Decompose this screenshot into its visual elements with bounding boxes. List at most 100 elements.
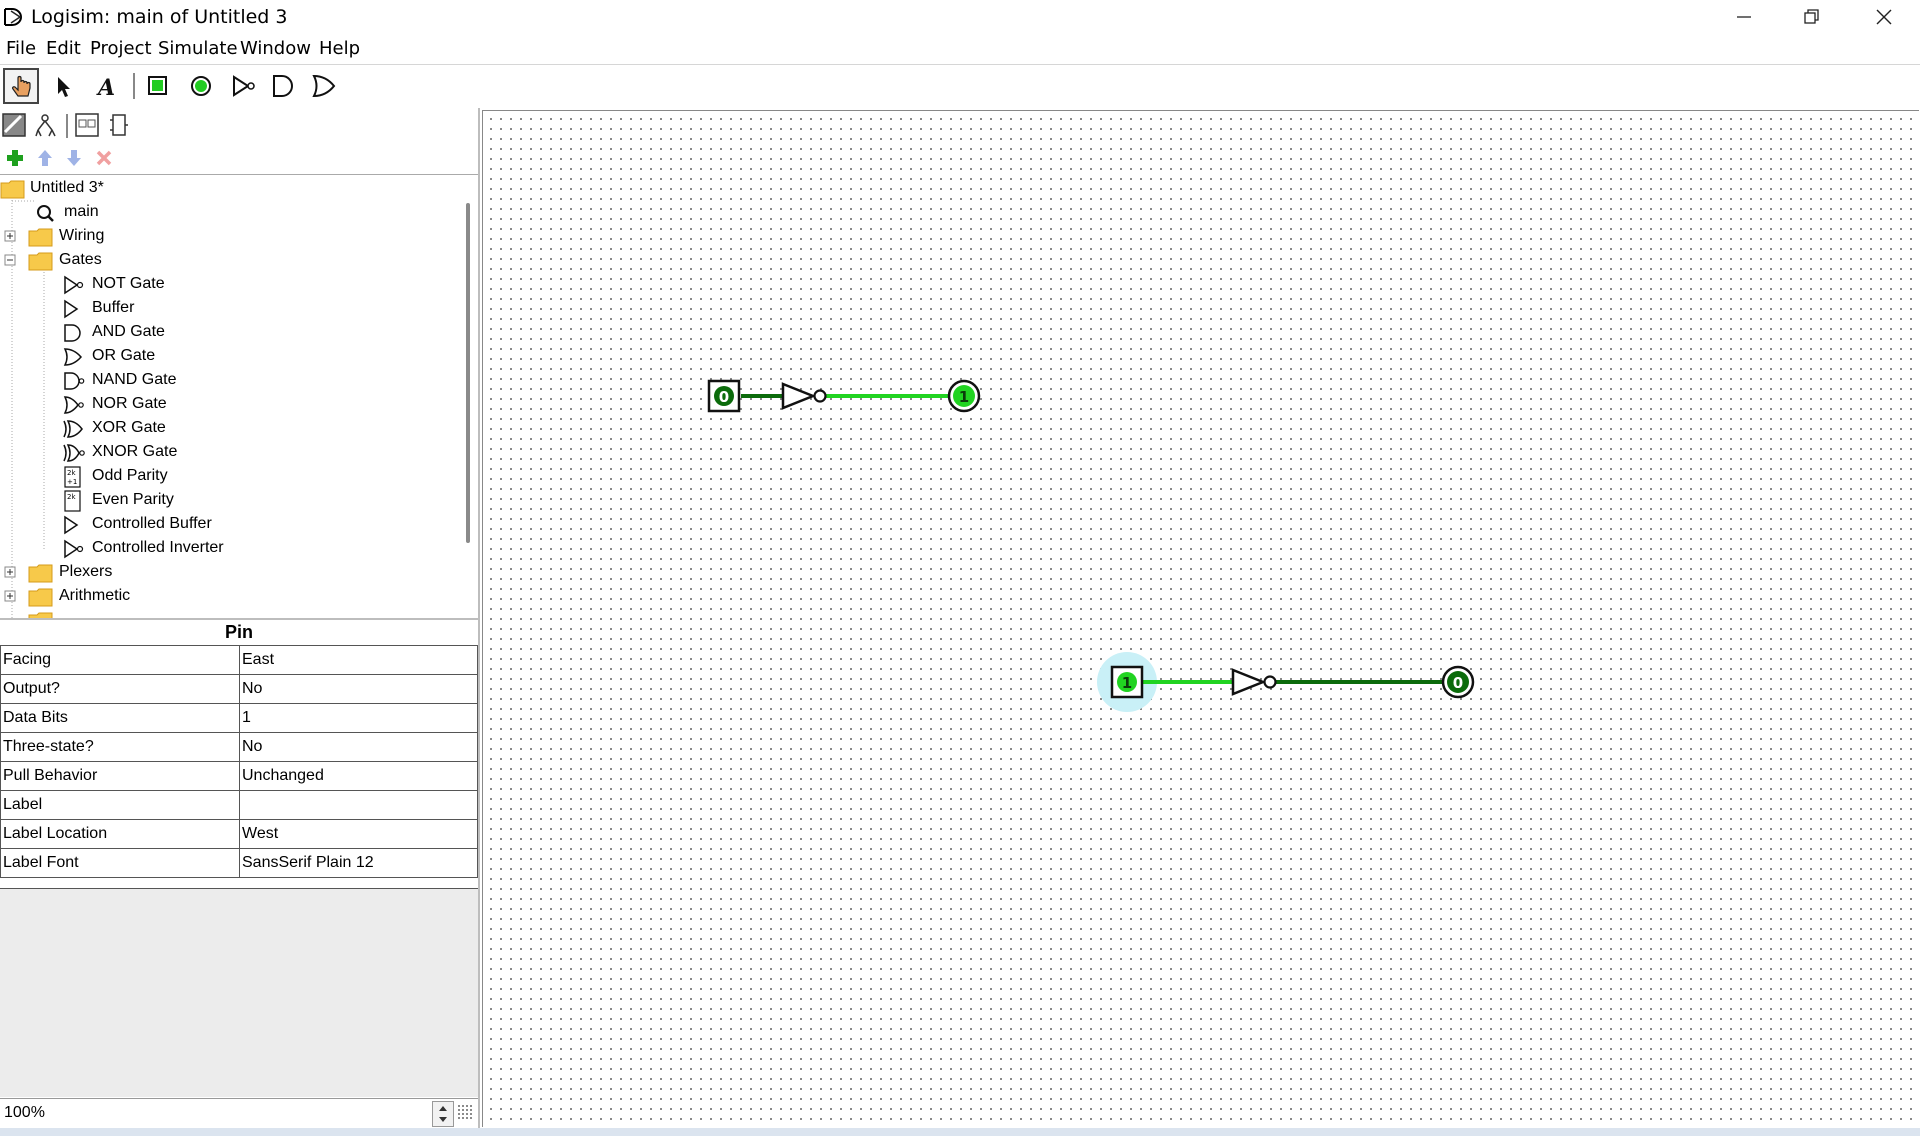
attribute-row: Data Bits 1 [0,703,478,733]
restore-icon [1804,9,1819,24]
close-button[interactable] [1850,0,1918,34]
input-pin-2[interactable]: 1 [1110,665,1144,699]
collapse-icon[interactable] [4,254,16,266]
add-circuit-icon[interactable] [5,148,25,168]
logisim-app-icon [4,8,22,26]
output-pin-2[interactable]: 0 [1441,665,1475,699]
expand-icon[interactable] [4,566,16,578]
not-gate-2[interactable] [1231,668,1277,696]
minimize-button[interactable] [1710,0,1778,34]
menu-file[interactable]: File [6,38,36,59]
menu-window[interactable]: Window [240,38,311,59]
output-pin-tool-button[interactable] [184,70,218,102]
toolbar-separator [66,114,68,138]
attribute-table-title: Pin [224,622,253,642]
not-gate-icon [64,275,84,295]
circuit-1: 0 1 [707,379,981,413]
circuit-icon [37,205,54,222]
attribute-value[interactable]: 1 [239,703,478,733]
tree-item-label: Controlled Buffer [92,515,212,532]
svg-text:2k: 2k [67,493,76,501]
tree-item-label: main [64,203,99,220]
folder-icon [28,564,53,583]
attribute-table: Facing East Output? No Data Bits 1 Three-st… [0,645,478,878]
show-toolbox-button[interactable] [0,110,34,142]
attribute-value[interactable]: No [239,674,478,704]
attribute-value[interactable]: No [239,732,478,762]
zoom-value[interactable]: 100% [4,1104,45,1122]
close-icon [1876,9,1892,25]
attribute-key: Facing [0,645,240,675]
text-tool-button[interactable]: A [90,70,124,102]
show-toolbox-icon [2,113,26,137]
explorer-scrollbar[interactable] [461,176,477,616]
toolbar-separator [133,73,135,99]
zoom-control: 100% [0,1098,478,1127]
scrollbar-thumb[interactable] [466,203,470,543]
expand-icon[interactable] [4,230,16,242]
tree-item-label: NOT Gate [92,275,165,292]
svg-text:+1: +1 [67,478,77,486]
odd-parity-icon: 2k +1 [64,466,81,488]
attribute-key: Label Location [0,819,240,849]
controlled-buffer-icon [64,515,79,535]
or-gate-tool-button[interactable] [306,70,340,102]
tree-item-label: NAND Gate [92,371,177,388]
tree-item-label: AND Gate [92,323,165,340]
input-pin-2-value: 1 [1122,674,1132,692]
folder-icon [28,228,53,247]
input-pin-tool-button[interactable] [142,70,176,102]
menu-help[interactable]: Help [319,38,360,59]
tree-item-label: Wiring [59,227,105,244]
attribute-row: Label [0,790,478,820]
select-tool-button[interactable] [48,70,82,102]
select-tool-icon [58,77,70,97]
attribute-value[interactable]: SansSerif Plain 12 [239,848,478,878]
edit-appearance-button[interactable] [104,110,138,142]
attribute-value[interactable]: West [239,819,478,849]
menu-project[interactable]: Project [90,38,152,59]
zoom-spinner[interactable] [432,1101,454,1127]
menu-simulate[interactable]: Simulate [158,38,238,59]
circuit-drawing: 0 1 1 0 [707,379,1475,712]
main-toolbar: A [0,68,480,104]
tree-item-label: Plexers [59,563,113,580]
edit-appearance-icon [110,114,128,136]
show-simulation-button[interactable] [30,110,64,142]
tree-item-label: Even Parity [92,491,174,508]
grid-toggle-icon[interactable] [456,1101,476,1125]
circuit-canvas[interactable]: 0 1 1 0 [482,110,1919,1127]
and-gate-tool-button[interactable] [266,70,300,102]
attribute-value[interactable]: East [239,645,478,675]
delete-circuit-icon[interactable] [94,148,114,168]
move-down-icon[interactable] [64,148,84,168]
circuit-toolbar [0,146,480,170]
attribute-value[interactable]: Unchanged [239,761,478,791]
move-up-icon[interactable] [35,148,55,168]
explorer-panel: Untitled 3* main Wiring Gates NOT Gate B… [0,174,478,619]
tree-item-label: Odd Parity [92,467,168,484]
expand-icon[interactable] [4,590,16,602]
not-gate-1[interactable] [781,382,827,410]
window-title: Logisim: main of Untitled 3 [31,6,288,28]
attribute-key: Three-state? [0,732,240,762]
vertical-splitter[interactable] [478,108,480,1128]
attribute-value[interactable] [239,790,478,820]
restore-button[interactable] [1778,0,1846,34]
attribute-key: Pull Behavior [0,761,240,791]
text-tool-icon: A [96,75,115,101]
output-pin-1[interactable]: 1 [947,379,981,413]
attribute-key: Label Font [0,848,240,878]
buffer-icon [64,299,79,319]
input-pin-1[interactable]: 0 [707,379,741,413]
tree-item-label: XNOR Gate [92,443,178,460]
and-gate-icon [64,324,81,342]
not-gate-icon [233,75,255,97]
not-gate-tool-button[interactable] [226,70,260,102]
xor-gate-icon [63,420,83,438]
menu-edit[interactable]: Edit [46,38,81,59]
attribute-row: Label Font SansSerif Plain 12 [0,848,478,878]
or-gate-icon [312,74,336,98]
edit-layout-button[interactable] [72,110,106,142]
poke-tool-button[interactable] [3,68,39,104]
